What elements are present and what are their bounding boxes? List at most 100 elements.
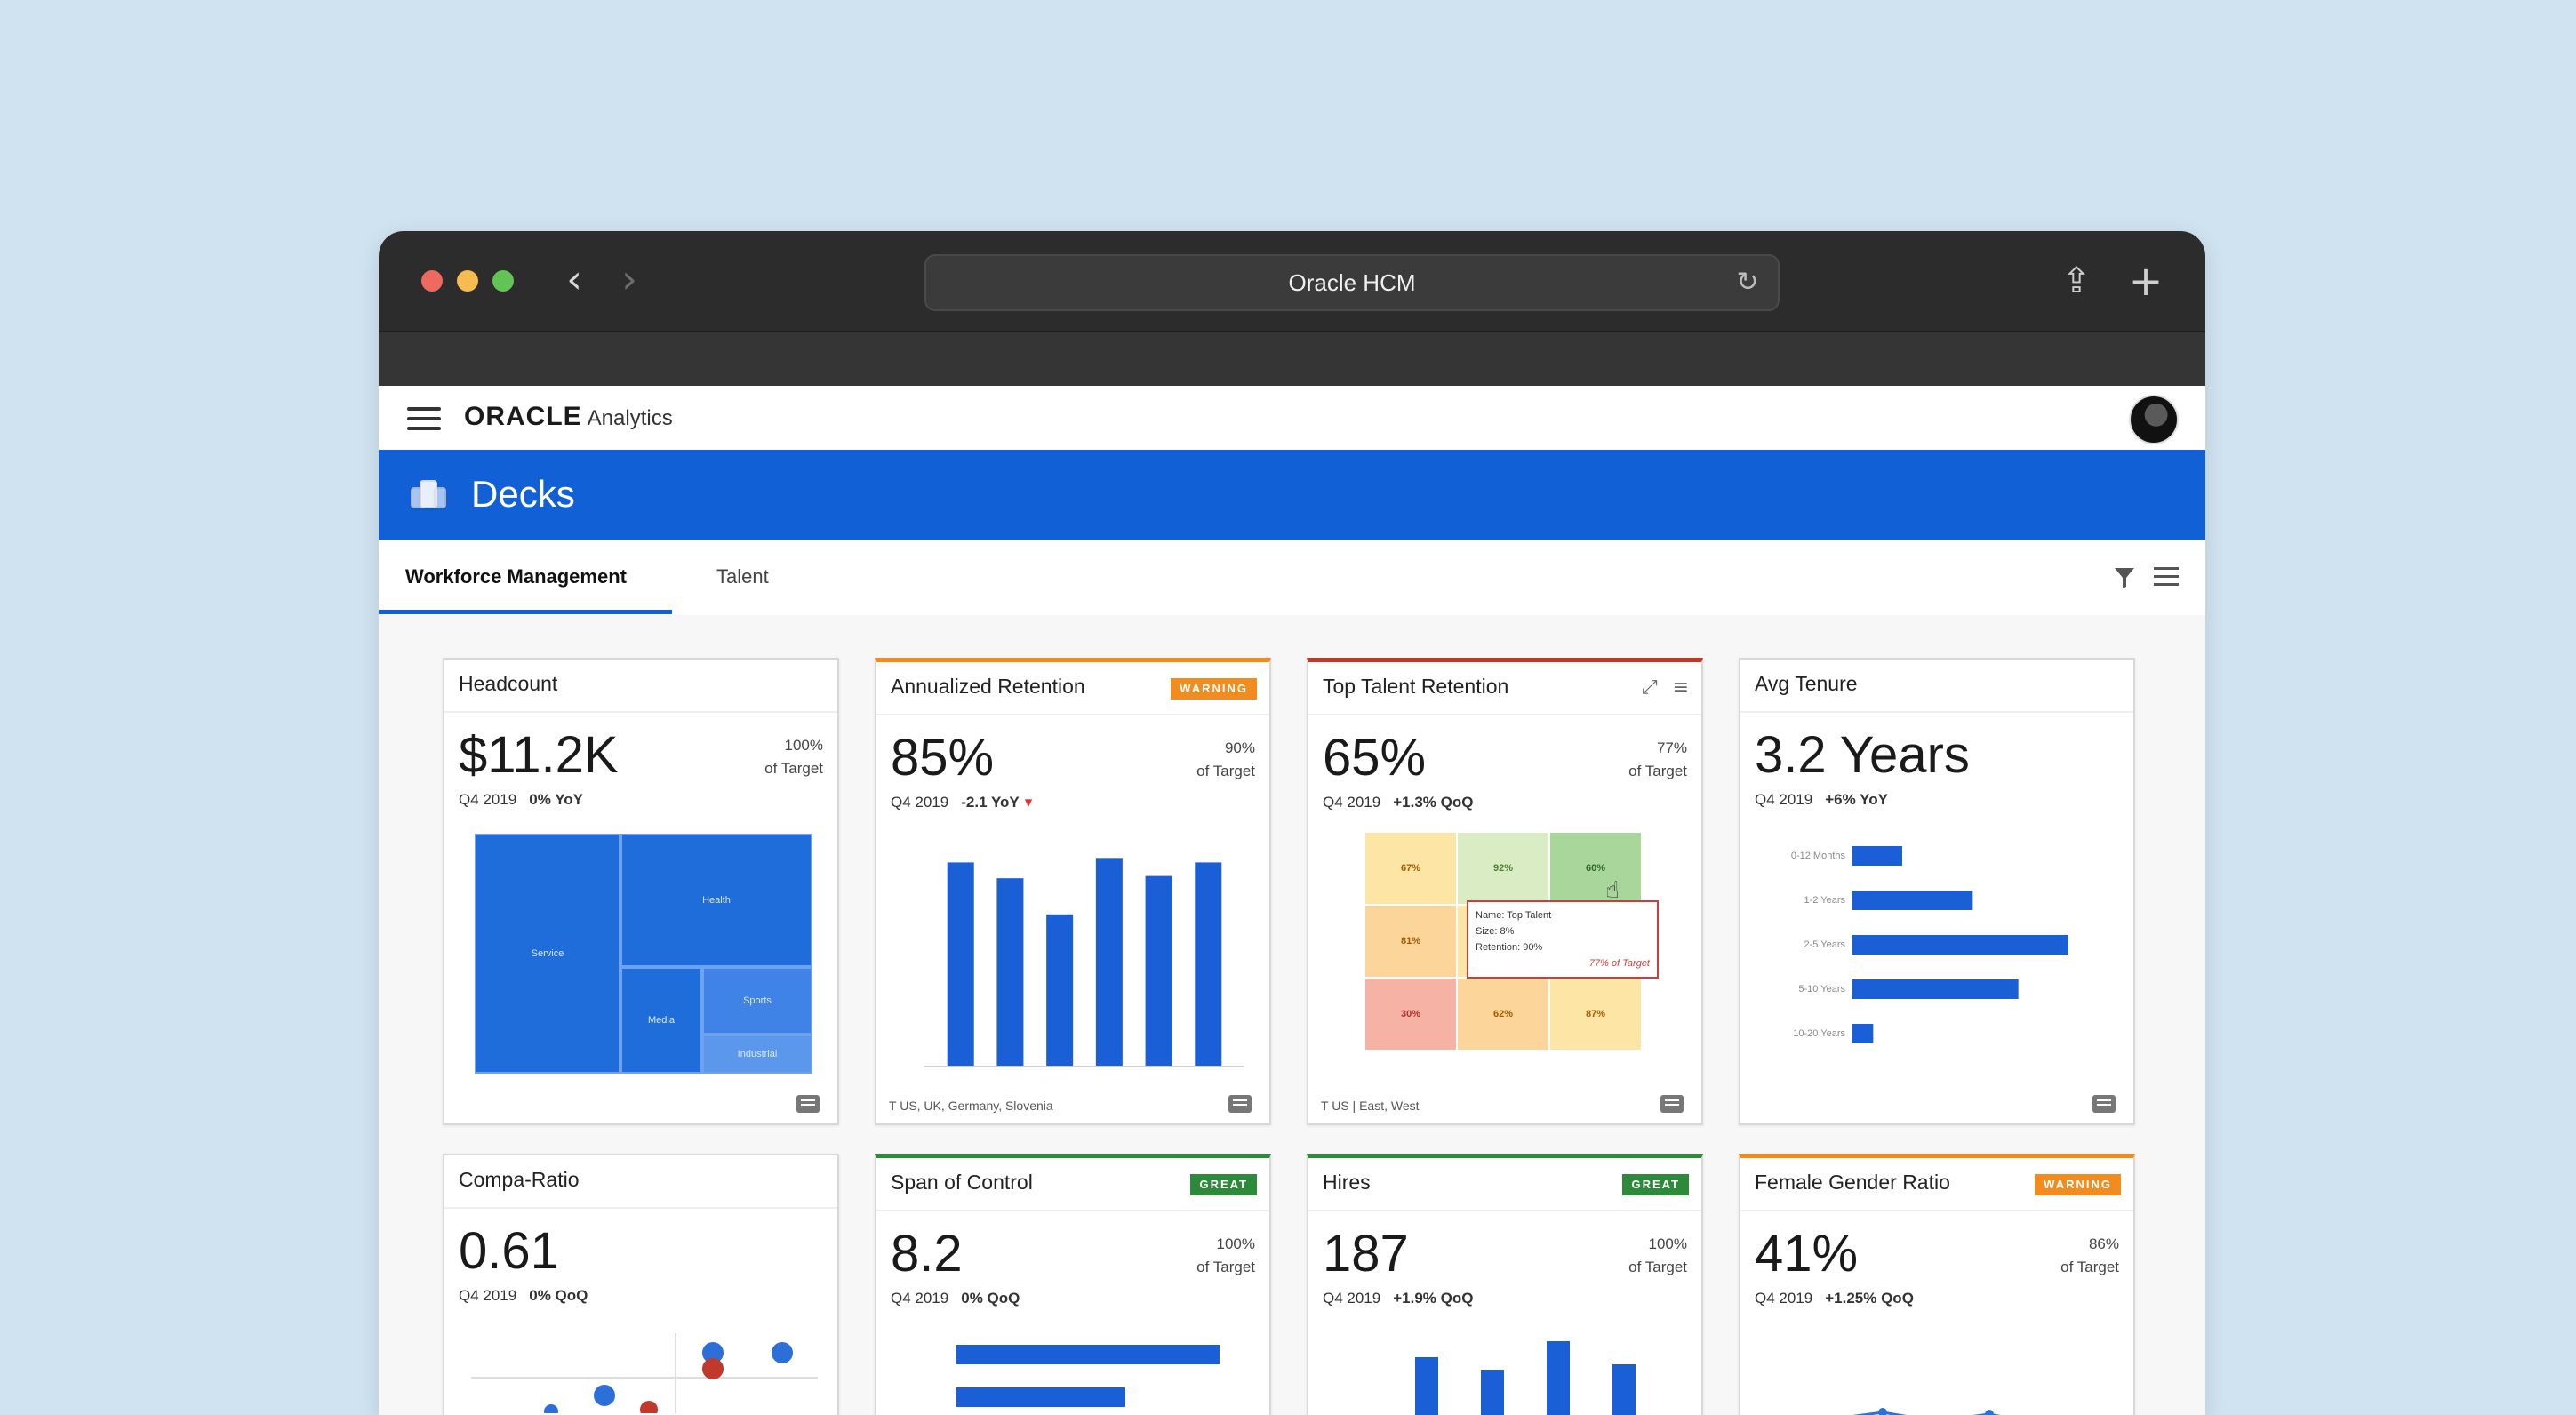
expand-icon[interactable]: ⤢ — [1642, 676, 1658, 699]
zoom-window-button[interactable] — [492, 270, 514, 292]
tenure-bar[interactable] — [1852, 979, 2019, 999]
treemap-cell[interactable]: Industrial — [702, 1035, 812, 1074]
comment-icon[interactable] — [1660, 1095, 1684, 1113]
treemap-cell[interactable]: Service — [475, 834, 620, 1074]
tenure-label: 2-5 Years — [1804, 939, 1846, 950]
url-bar[interactable]: Oracle HCM ↻ — [924, 254, 1780, 311]
tenure-bar[interactable] — [1852, 846, 1902, 866]
target-info: 100% of Target — [1196, 1233, 1255, 1279]
kpi-subtitle: Q4 2019 +1.25% QoQ — [1755, 1290, 1914, 1307]
hires-bar[interactable] — [1612, 1364, 1636, 1415]
period: Q4 2019 — [1755, 1290, 1813, 1307]
heatmap-cell[interactable]: 87% — [1550, 979, 1641, 1050]
hires-bar[interactable] — [1415, 1357, 1438, 1415]
heatmap-cell[interactable]: 92% — [1458, 833, 1548, 904]
card-title: Compa-Ratio — [459, 1168, 580, 1191]
chevron-right-icon[interactable]: › — [612, 258, 647, 302]
cursor-hand-icon: ☝ — [1605, 877, 1620, 904]
minimize-window-button[interactable] — [457, 270, 478, 292]
treemap-cell[interactable]: Health — [620, 834, 812, 967]
decks-icon — [411, 478, 446, 512]
retention-bar[interactable] — [1095, 858, 1123, 1066]
filter-small-icon: T — [889, 1099, 900, 1113]
browser-tabstrip — [379, 331, 2205, 388]
gender-line-chart[interactable] — [1776, 1380, 2114, 1415]
card-hires[interactable]: Hires GREAT 187 100% of Target Q4 2019 +1… — [1307, 1154, 1703, 1415]
tab-workforce-management[interactable]: Workforce Management — [405, 540, 627, 613]
retention-bar[interactable] — [996, 878, 1024, 1066]
treemap-cell[interactable]: Sports — [702, 967, 812, 1035]
hires-bar[interactable] — [1481, 1370, 1504, 1415]
card-headcount[interactable]: Headcount $11.2K 100% of Target Q4 2019 0… — [443, 658, 839, 1125]
filter-icon[interactable] — [2113, 565, 2136, 590]
card-span-of-control[interactable]: Span of Control GREAT 8.2 100% of Target… — [875, 1154, 1271, 1415]
comment-icon[interactable] — [796, 1095, 820, 1113]
avatar[interactable] — [2129, 395, 2179, 444]
retention-bar[interactable] — [1195, 862, 1222, 1066]
treemap[interactable]: Service Health Media Sports Industrial — [475, 834, 812, 1074]
tenure-bar-chart[interactable]: 0-12 Months 1-2 Years 2-5 Years 5-10 Years 1… — [1755, 837, 2119, 1068]
decks-banner: Decks — [379, 450, 2205, 540]
browser-titlebar: ‹ › Oracle HCM ↻ ⇪ + — [379, 231, 2205, 331]
period: Q4 2019 — [1323, 1290, 1381, 1307]
tab-talent[interactable]: Talent — [716, 540, 769, 613]
tenure-label: 5-10 Years — [1798, 984, 1845, 995]
comment-icon[interactable] — [1228, 1095, 1252, 1113]
delta: -2.1 YoY — [961, 794, 1020, 811]
heatmap[interactable]: 67% 92% 60% 81% 30% 62% 87% Name: Top Ta… — [1365, 833, 1659, 1051]
tenure-bar[interactable] — [1852, 1024, 1874, 1043]
heatmap-cell[interactable]: 81% — [1365, 906, 1456, 977]
heatmap-cell[interactable]: 60% — [1550, 833, 1641, 904]
comment-icon[interactable] — [2092, 1095, 2116, 1113]
retention-bar[interactable] — [947, 862, 974, 1066]
tenure-label: 10-20 Years — [1793, 1028, 1845, 1039]
tenure-bar[interactable] — [1852, 935, 2068, 955]
logo-subtitle: Analytics — [587, 406, 673, 430]
reload-icon[interactable]: ↻ — [1730, 256, 1765, 309]
card-title: Span of Control — [891, 1171, 1033, 1194]
hamburger-menu-icon[interactable] — [407, 407, 441, 430]
card-top-talent-retention[interactable]: Top Talent Retention ⤢ ≡ 65% 77% of Targ… — [1307, 658, 1703, 1125]
target-info: 77% of Target — [1628, 737, 1687, 783]
kpi-subtitle: Q4 2019 +1.9% QoQ — [1323, 1290, 1473, 1307]
tooltip-line: Size: 8% — [1476, 926, 1515, 937]
kpi-value: 65% — [1323, 729, 1427, 787]
target-pct: 90% — [1224, 739, 1255, 756]
hires-bar[interactable] — [1547, 1341, 1570, 1415]
tooltip-line: Name: Top Talent — [1476, 910, 1552, 921]
span-bar[interactable] — [956, 1345, 1220, 1364]
retention-bar-chart[interactable] — [924, 831, 1244, 1066]
target-info: 90% of Target — [1196, 737, 1255, 783]
status-badge: WARNING — [1171, 678, 1257, 700]
filter-summary: US, UK, Germany, Slovenia — [900, 1099, 1053, 1113]
tenure-bar[interactable] — [1852, 891, 1973, 910]
period: Q4 2019 — [1323, 794, 1381, 811]
target-info: 100% of Target — [764, 734, 823, 780]
treemap-cell[interactable]: Media — [620, 967, 702, 1074]
retention-bar[interactable] — [1145, 875, 1172, 1066]
plus-icon[interactable]: + — [2126, 260, 2165, 301]
card-title: Avg Tenure — [1755, 672, 1858, 695]
target-label: of Target — [1196, 1259, 1255, 1275]
card-annualized-retention[interactable]: Annualized Retention WARNING 85% 90% of … — [875, 658, 1271, 1125]
menu-list-icon[interactable] — [2154, 567, 2179, 588]
heatmap-cell[interactable]: 62% — [1458, 979, 1548, 1050]
card-avg-tenure[interactable]: Avg Tenure 3.2 Years Q4 2019 +6% YoY 0-12… — [1739, 658, 2135, 1125]
chevron-left-icon[interactable]: ‹ — [556, 258, 592, 302]
share-icon[interactable]: ⇪ — [2057, 261, 2096, 300]
card-compa-ratio[interactable]: Compa-Ratio 0.61 Q4 2019 0% QoQ — [443, 1154, 839, 1415]
delta: 0% YoY — [529, 791, 584, 808]
period: Q4 2019 — [891, 794, 949, 811]
close-window-button[interactable] — [421, 270, 443, 292]
menu-icon[interactable]: ≡ — [1673, 676, 1689, 699]
card-female-gender-ratio[interactable]: Female Gender Ratio WARNING 41% 86% of T… — [1739, 1154, 2135, 1415]
target-label: of Target — [1628, 763, 1687, 779]
status-badge: GREAT — [1190, 1174, 1257, 1195]
heatmap-cell[interactable]: 30% — [1365, 979, 1456, 1050]
heatmap-cell[interactable]: 67% — [1365, 833, 1456, 904]
span-bar[interactable] — [956, 1387, 1125, 1407]
compa-ratio-scatter[interactable] — [471, 1333, 818, 1413]
app-header: ORACLE Analytics — [379, 386, 2205, 450]
target-pct: 77% — [1656, 739, 1687, 756]
retention-bar[interactable] — [1046, 914, 1074, 1066]
